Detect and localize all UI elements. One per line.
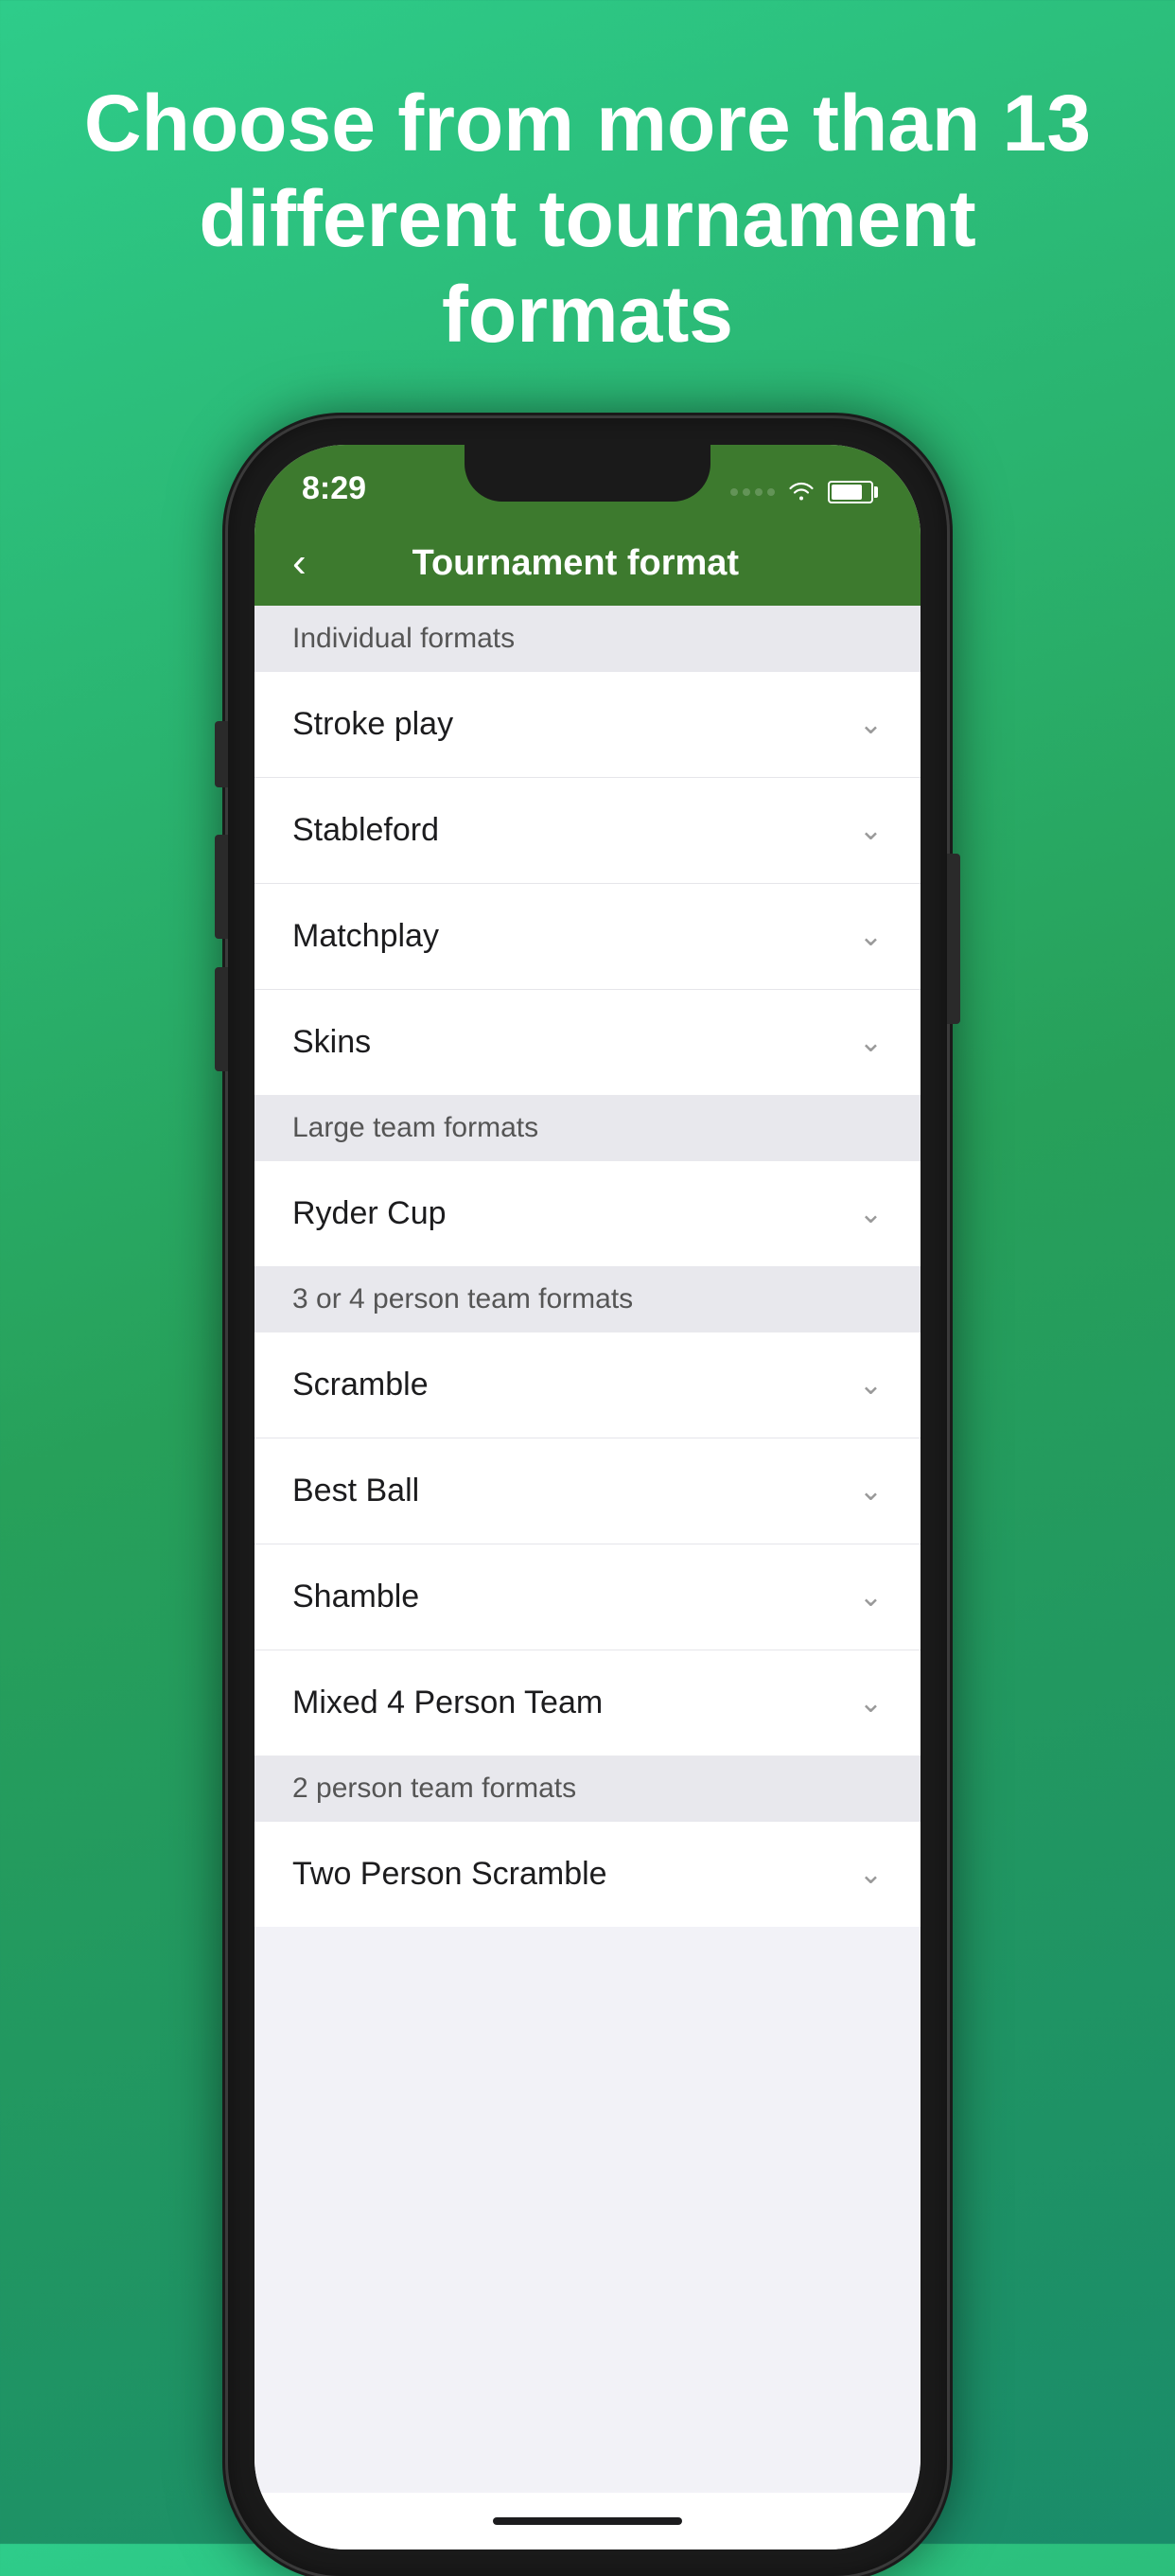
list-item-label: Mixed 4 Person Team — [292, 1685, 603, 1721]
phone-screen: 8:29 — [254, 445, 921, 2550]
individual-items: Stroke play ⌄ Stableford ⌄ Matchplay ⌄ S… — [254, 672, 921, 1095]
list-item[interactable]: Two Person Scramble ⌄ — [254, 1822, 921, 1927]
chevron-down-icon: ⌄ — [859, 1580, 883, 1614]
section-3or4-team: 3 or 4 person team formats Scramble ⌄ Be… — [254, 1266, 921, 1756]
list-item[interactable]: Mixed 4 Person Team ⌄ — [254, 1650, 921, 1756]
chevron-down-icon: ⌄ — [859, 920, 883, 953]
home-indicator — [254, 2493, 921, 2550]
list-item[interactable]: Shamble ⌄ — [254, 1544, 921, 1650]
list-item[interactable]: Stroke play ⌄ — [254, 672, 921, 778]
section-header-3or4-team: 3 or 4 person team formats — [254, 1266, 921, 1332]
list-item[interactable]: Skins ⌄ — [254, 990, 921, 1095]
2person-team-items: Two Person Scramble ⌄ — [254, 1822, 921, 1927]
list-item-label: Skins — [292, 1024, 371, 1061]
phone-device: 8:29 — [228, 418, 947, 2576]
chevron-down-icon: ⌄ — [859, 1368, 883, 1402]
signal-icon — [730, 488, 775, 496]
section-header-individual: Individual formats — [254, 606, 921, 672]
section-individual: Individual formats Stroke play ⌄ Stablef… — [254, 606, 921, 1095]
section-header-large-team: Large team formats — [254, 1095, 921, 1161]
nav-title: Tournament format — [325, 543, 826, 584]
chevron-down-icon: ⌄ — [859, 1197, 883, 1230]
3or4-team-items: Scramble ⌄ Best Ball ⌄ Shamble ⌄ Mixed 4… — [254, 1332, 921, 1756]
section-2person-team: 2 person team formats Two Person Scrambl… — [254, 1756, 921, 1927]
list-item[interactable]: Ryder Cup ⌄ — [254, 1161, 921, 1266]
content-scroll[interactable]: Individual formats Stroke play ⌄ Stablef… — [254, 606, 921, 2493]
chevron-down-icon: ⌄ — [859, 1686, 883, 1720]
chevron-down-icon: ⌄ — [859, 1474, 883, 1508]
list-item-label: Ryder Cup — [292, 1195, 447, 1232]
list-item-label: Best Ball — [292, 1473, 419, 1509]
list-item-label: Matchplay — [292, 918, 439, 955]
status-icons — [730, 477, 873, 507]
volume-down-button[interactable] — [215, 967, 228, 1071]
section-large-team: Large team formats Ryder Cup ⌄ — [254, 1095, 921, 1266]
chevron-down-icon: ⌄ — [859, 708, 883, 741]
list-item[interactable]: Scramble ⌄ — [254, 1332, 921, 1438]
power-button[interactable] — [947, 854, 960, 1024]
back-button[interactable]: ‹ — [292, 542, 307, 584]
list-item[interactable]: Matchplay ⌄ — [254, 884, 921, 990]
list-item-label: Stroke play — [292, 706, 453, 743]
chevron-down-icon: ⌄ — [859, 1026, 883, 1059]
mute-button[interactable] — [215, 721, 228, 787]
large-team-items: Ryder Cup ⌄ — [254, 1161, 921, 1266]
list-item-label: Scramble — [292, 1367, 429, 1403]
notch — [465, 445, 710, 502]
chevron-down-icon: ⌄ — [859, 814, 883, 847]
home-bar — [493, 2517, 682, 2525]
section-header-2person-team: 2 person team formats — [254, 1756, 921, 1822]
list-item-label: Stableford — [292, 812, 439, 849]
nav-bar: ‹ Tournament format — [254, 520, 921, 606]
list-item[interactable]: Best Ball ⌄ — [254, 1438, 921, 1544]
chevron-down-icon: ⌄ — [859, 1858, 883, 1891]
list-item-label: Shamble — [292, 1579, 419, 1615]
wifi-icon — [788, 477, 815, 507]
battery-icon — [828, 481, 873, 503]
volume-up-button[interactable] — [215, 835, 228, 939]
list-item-label: Two Person Scramble — [292, 1856, 607, 1893]
list-item[interactable]: Stableford ⌄ — [254, 778, 921, 884]
hero-text: Choose from more than 13 different tourn… — [0, 0, 1175, 418]
